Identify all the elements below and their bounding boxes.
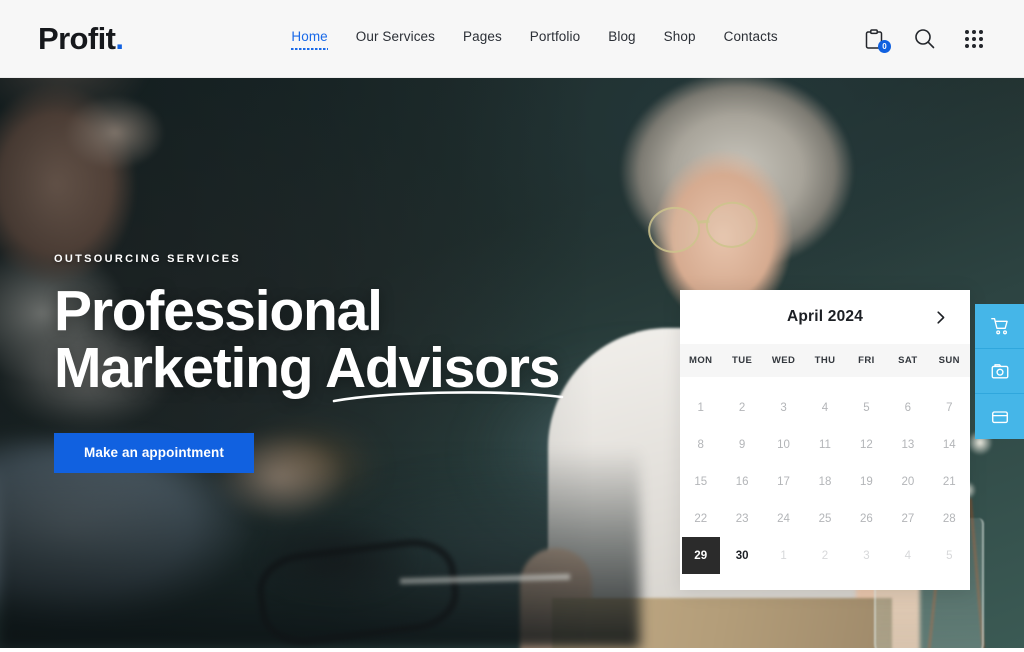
- calendar-day[interactable]: 27: [887, 500, 928, 537]
- calendar-day[interactable]: 16: [721, 463, 762, 500]
- calendar-day[interactable]: 11: [804, 426, 845, 463]
- calendar-day[interactable]: 25: [804, 500, 845, 537]
- calendar-day[interactable]: 20: [887, 463, 928, 500]
- appointment-calendar: April 2024 MON TUE WED THU FRI SAT SUN 1…: [680, 290, 970, 590]
- calendar-next-month-button[interactable]: [934, 310, 948, 324]
- weekday-fri: FRI: [858, 355, 875, 366]
- calendar-day[interactable]: 17: [763, 463, 804, 500]
- weekday-mon: MON: [689, 355, 713, 366]
- main-navigation: Home Our Services Pages Portfolio Blog S…: [291, 29, 778, 50]
- search-button[interactable]: [912, 26, 936, 52]
- calendar-day[interactable]: 10: [763, 426, 804, 463]
- browser-window-icon: [991, 410, 1008, 423]
- photos-icon: [991, 364, 1008, 379]
- calendar-day[interactable]: 4: [887, 537, 928, 574]
- calendar-day[interactable]: 13: [887, 426, 928, 463]
- calendar-day[interactable]: 6: [887, 389, 928, 426]
- header-actions: 0: [862, 26, 986, 53]
- calendar-day[interactable]: 3: [763, 389, 804, 426]
- calendar-day[interactable]: 3: [846, 537, 887, 574]
- weekday-tue: TUE: [732, 355, 753, 366]
- page-root: Profit. Home Our Services Pages Portfoli…: [0, 0, 1024, 652]
- calendar-day[interactable]: 21: [929, 463, 970, 500]
- search-icon: [914, 29, 934, 49]
- calendar-day[interactable]: 1: [680, 389, 721, 426]
- clipboard-cart-button[interactable]: 0: [862, 26, 891, 53]
- calendar-day[interactable]: 15: [680, 463, 721, 500]
- calendar-day-grid: 1 2 3 4 5 6 7 8 9 10 11 12 13 14 15 16 17 18 19 20 21 22 23 24 2…: [680, 377, 970, 574]
- nav-item-contacts[interactable]: Contacts: [724, 29, 778, 49]
- calendar-day[interactable]: 2: [721, 389, 762, 426]
- calendar-day[interactable]: 12: [846, 426, 887, 463]
- calendar-day[interactable]: 9: [721, 426, 762, 463]
- calendar-day[interactable]: 5: [846, 389, 887, 426]
- make-appointment-button[interactable]: Make an appointment: [54, 433, 254, 473]
- site-header: Profit. Home Our Services Pages Portfoli…: [0, 0, 1024, 78]
- cart-count-badge: 0: [878, 39, 891, 53]
- nav-item-blog[interactable]: Blog: [608, 29, 635, 49]
- calendar-day[interactable]: 1: [763, 537, 804, 574]
- weekday-thu: THU: [814, 355, 836, 366]
- logo-text: Profit: [38, 21, 116, 56]
- calendar-day-selected[interactable]: 29: [681, 537, 720, 574]
- page-bottom-strip: [0, 648, 1024, 652]
- hero-content: OUTSOURCING SERVICES Professional Market…: [54, 253, 564, 473]
- calendar-day[interactable]: 28: [929, 500, 970, 537]
- weekday-wed: WED: [771, 355, 796, 366]
- nav-item-portfolio[interactable]: Portfolio: [530, 29, 580, 49]
- hero-headline-line1: Professional: [54, 279, 383, 343]
- chevron-right-icon: [937, 310, 945, 324]
- weekday-sat: SAT: [898, 355, 918, 366]
- calendar-day[interactable]: 22: [680, 500, 721, 537]
- grid-menu-button[interactable]: [962, 26, 986, 52]
- calendar-day[interactable]: 2: [804, 537, 845, 574]
- calendar-day[interactable]: 23: [721, 500, 762, 537]
- calendar-day[interactable]: 7: [929, 389, 970, 426]
- calendar-day[interactable]: 24: [763, 500, 804, 537]
- calendar-day[interactable]: 26: [846, 500, 887, 537]
- nav-item-shop[interactable]: Shop: [664, 29, 696, 49]
- nav-item-pages[interactable]: Pages: [463, 29, 502, 49]
- weekday-sun: SUN: [938, 355, 960, 366]
- calendar-day[interactable]: 18: [804, 463, 845, 500]
- calendar-month-title: April 2024: [786, 308, 864, 325]
- calendar-day[interactable]: 8: [680, 426, 721, 463]
- calendar-weekday-row: MON TUE WED THU FRI SAT SUN: [680, 344, 970, 377]
- calendar-day[interactable]: 5: [929, 537, 970, 574]
- logo-dot: .: [115, 21, 124, 56]
- calendar-day[interactable]: 19: [846, 463, 887, 500]
- hero-eyebrow: OUTSOURCING SERVICES: [54, 253, 241, 265]
- nav-item-home[interactable]: Home: [291, 29, 329, 50]
- shopping-cart-icon: [990, 318, 1008, 335]
- calendar-day[interactable]: 4: [804, 389, 845, 426]
- calendar-header: April 2024: [680, 290, 970, 344]
- calendar-day[interactable]: 30: [721, 537, 762, 574]
- grid-menu-icon: [965, 29, 983, 48]
- side-action-tabs: [975, 304, 1024, 439]
- nav-item-our-services[interactable]: Our Services: [356, 29, 435, 49]
- hero-section: OUTSOURCING SERVICES Professional Market…: [0, 78, 1024, 648]
- calendar-day[interactable]: 14: [929, 426, 970, 463]
- hero-headline-line2: Marketing Advisors: [54, 336, 560, 400]
- site-logo[interactable]: Profit.: [38, 21, 124, 56]
- side-tab-cart[interactable]: [975, 304, 1024, 349]
- side-tab-window[interactable]: [975, 394, 1024, 439]
- hero-headline: Professional Marketing Advisors: [54, 283, 564, 403]
- side-tab-photos[interactable]: [975, 349, 1024, 394]
